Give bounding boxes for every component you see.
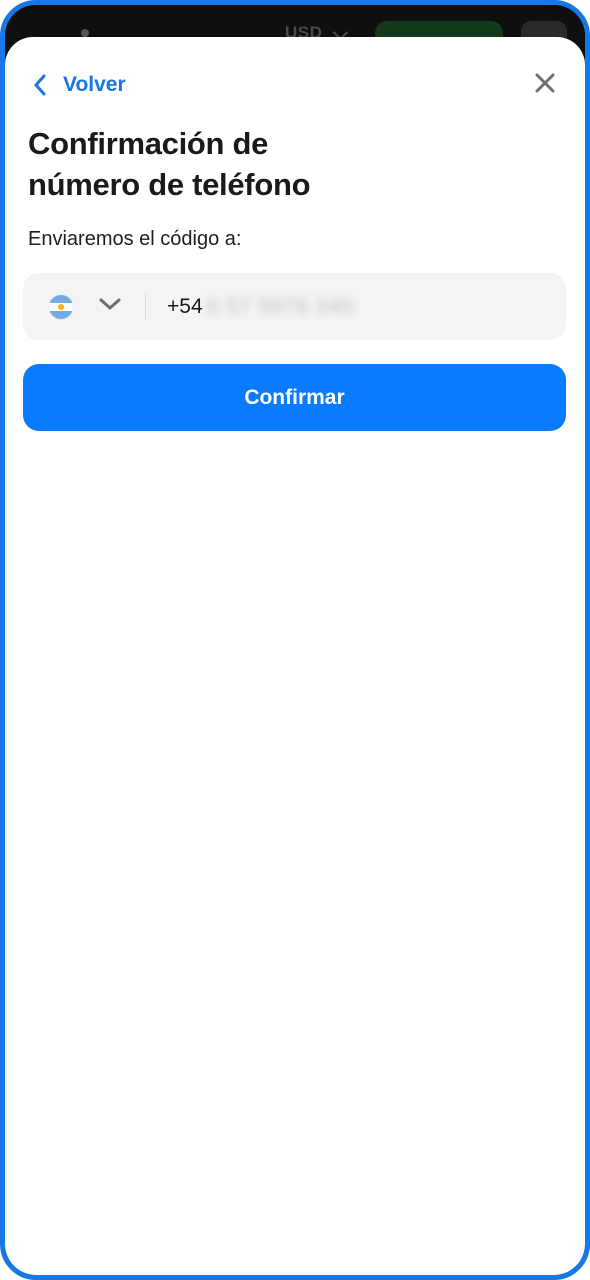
page-title: Confirmación de número de teléfono bbox=[28, 123, 548, 205]
country-code-select[interactable] bbox=[23, 273, 145, 340]
send-code-description: Enviaremos el código a: bbox=[28, 228, 242, 250]
chevron-left-icon bbox=[33, 74, 47, 96]
title-line-2: número de teléfono bbox=[28, 167, 311, 202]
chevron-down-icon bbox=[99, 297, 121, 316]
back-label: Volver bbox=[63, 73, 126, 96]
device-frame: USD Volver Confirmación de número de tel… bbox=[0, 0, 590, 1280]
back-button[interactable]: Volver bbox=[33, 67, 126, 103]
phone-confirmation-sheet: Volver Confirmación de número de teléfon… bbox=[5, 37, 585, 1275]
phone-number-field[interactable]: +54 0 57 5876 340 bbox=[23, 273, 566, 340]
country-prefix: +54 bbox=[167, 294, 203, 318]
masked-phone-number: 0 57 5876 340 bbox=[206, 294, 354, 318]
phone-number-input[interactable]: +54 0 57 5876 340 bbox=[167, 273, 354, 340]
title-line-1: Confirmación de bbox=[28, 126, 269, 161]
field-divider bbox=[145, 293, 146, 320]
close-icon bbox=[534, 72, 556, 99]
close-button[interactable] bbox=[527, 67, 563, 103]
argentina-flag-icon bbox=[49, 295, 73, 319]
flag-sun bbox=[58, 304, 64, 310]
indicator-dot bbox=[81, 29, 89, 37]
confirm-button[interactable]: Confirmar bbox=[23, 364, 566, 431]
